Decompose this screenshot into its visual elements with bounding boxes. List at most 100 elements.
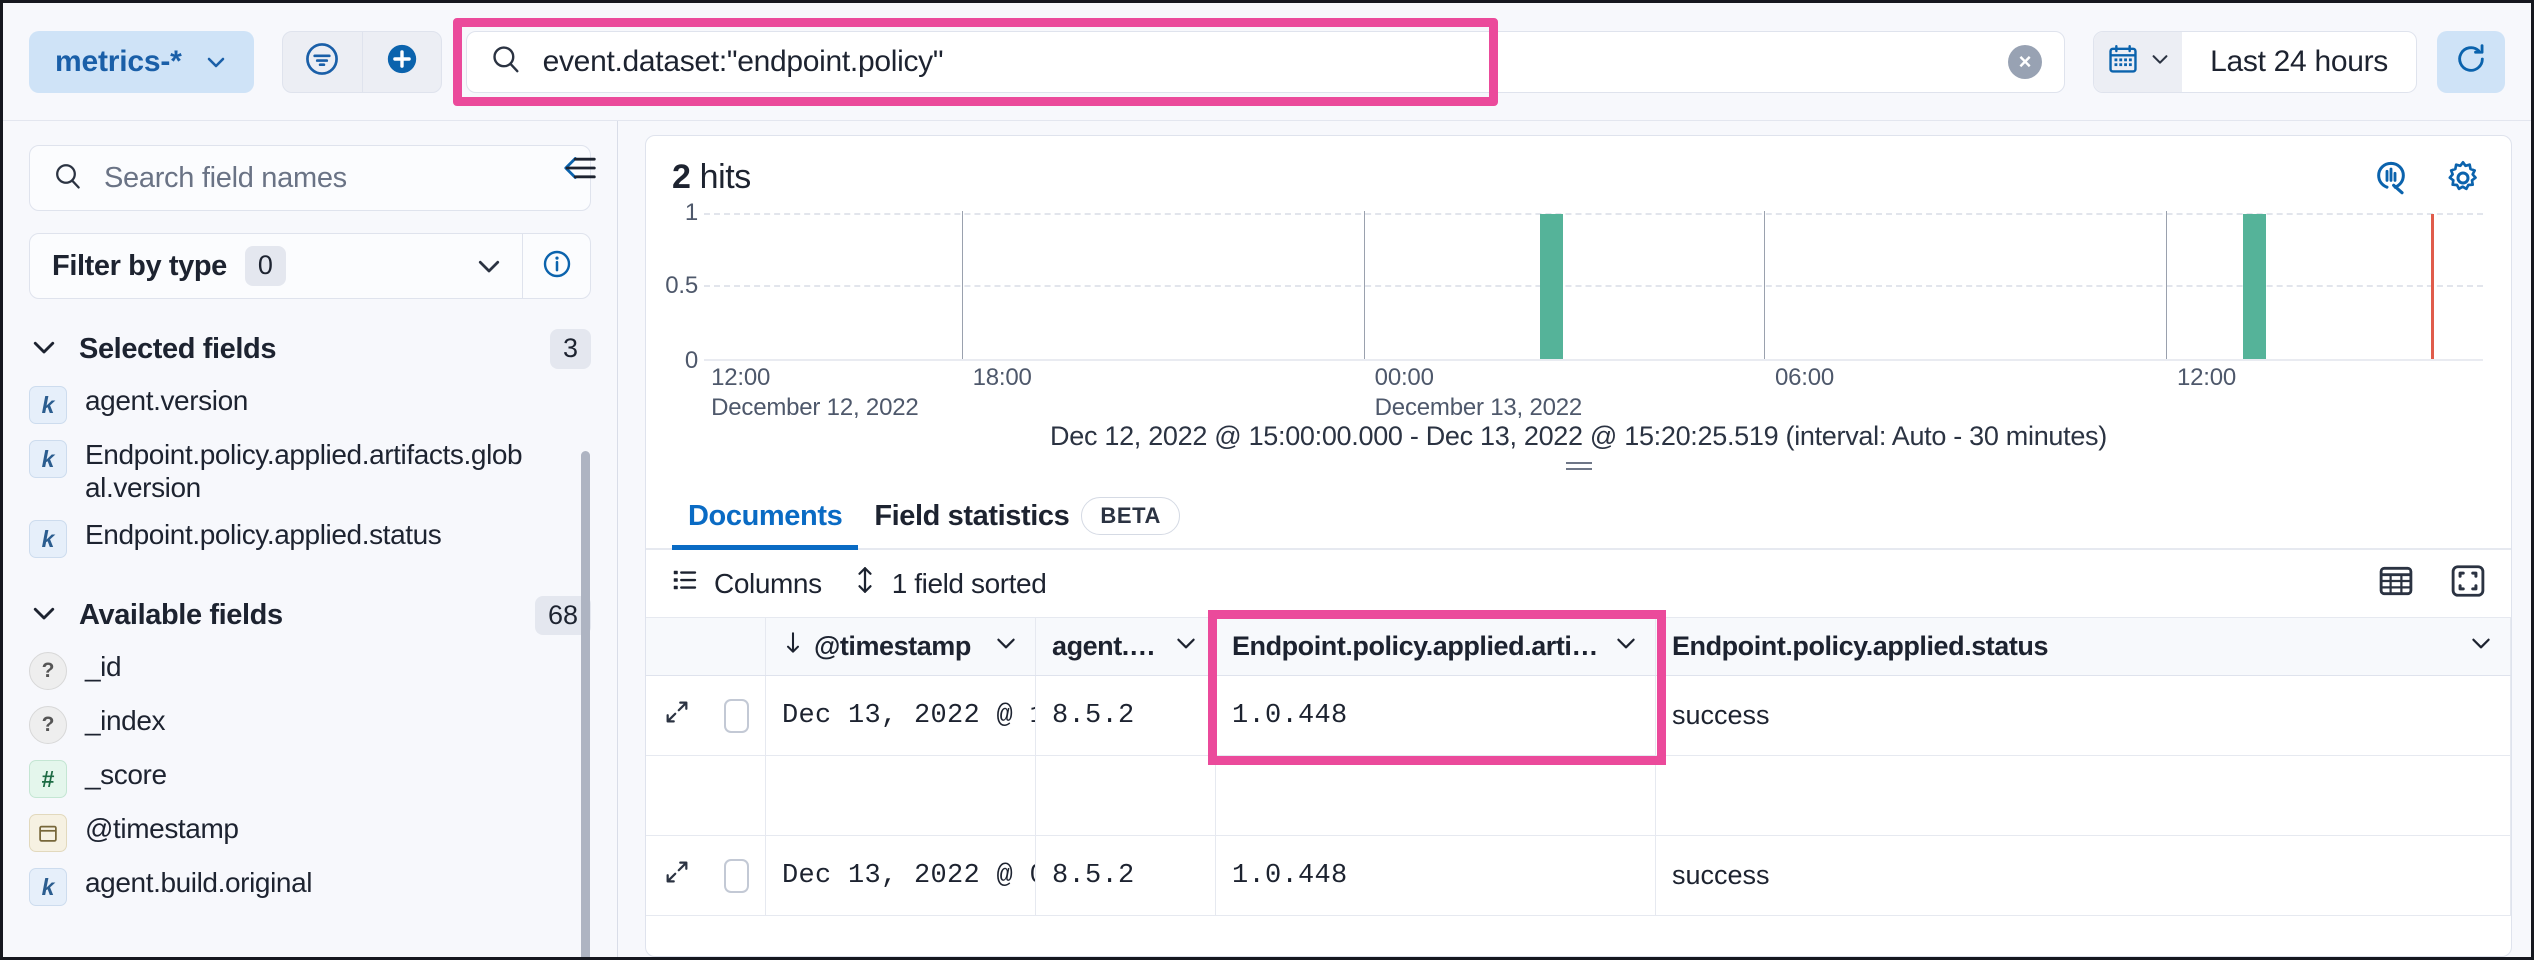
lens-icon[interactable] bbox=[2371, 158, 2411, 203]
column-header-label: Endpoint.policy.applied.artifacts.global… bbox=[1232, 631, 1603, 662]
column-header-artifacts-global-version[interactable]: Endpoint.policy.applied.artifacts.global… bbox=[1216, 618, 1656, 675]
search-icon bbox=[489, 42, 523, 81]
gridline bbox=[704, 285, 2483, 287]
sidebar-field-applied-status[interactable]: k Endpoint.policy.applied.status bbox=[3, 511, 617, 565]
field-type-unknown-icon: ? bbox=[29, 706, 67, 744]
chevron-down-icon bbox=[29, 598, 59, 633]
sidebar-field-agent-version[interactable]: k agent.version bbox=[3, 377, 617, 431]
sidebar-scrollbar[interactable] bbox=[581, 451, 590, 957]
tab-label: Field statistics bbox=[874, 500, 1069, 533]
list-icon bbox=[670, 565, 700, 602]
spacer-art bbox=[1216, 756, 1656, 835]
grid-toolbar: Columns 1 field sorted bbox=[646, 550, 2511, 618]
fields-info-button[interactable] bbox=[522, 234, 590, 298]
query-input[interactable]: event.dataset:"endpoint.policy" × bbox=[466, 31, 2066, 93]
x-tick-label: 00:00 December 13, 2022 bbox=[1375, 363, 1582, 423]
column-header-applied-status[interactable]: Endpoint.policy.applied.status bbox=[1656, 618, 2511, 675]
field-type-number-icon: # bbox=[29, 760, 67, 798]
table-density-icon[interactable] bbox=[2377, 562, 2415, 605]
sort-fields-button[interactable]: 1 field sorted bbox=[852, 565, 1047, 602]
chevron-down-icon[interactable] bbox=[993, 630, 1019, 663]
columns-label: Columns bbox=[714, 568, 822, 600]
date-range-label[interactable]: Last 24 hours bbox=[2182, 32, 2416, 92]
section-count: 3 bbox=[550, 329, 591, 368]
row-select-checkbox[interactable] bbox=[708, 676, 766, 755]
expand-row-button[interactable] bbox=[646, 676, 708, 755]
fullscreen-icon[interactable] bbox=[2449, 562, 2487, 605]
table-row[interactable]: Dec 13, 2022 @ 12:32:06.436 8.5.2 1.0.44… bbox=[646, 676, 2511, 756]
cell-timestamp: Dec 13, 2022 @ 12:32:06.436 bbox=[766, 676, 1036, 755]
chevron-down-icon[interactable] bbox=[1613, 630, 1639, 663]
sort-label: 1 field sorted bbox=[892, 568, 1047, 600]
spacer-select bbox=[708, 756, 766, 835]
collapse-sidebar-icon[interactable] bbox=[559, 153, 597, 188]
endzone-marker bbox=[2431, 214, 2434, 359]
table-row[interactable]: Dec 13, 2022 @ 02:32:02.857 8.5.2 1.0.44… bbox=[646, 836, 2511, 916]
histogram-bar[interactable] bbox=[2243, 214, 2266, 359]
checkbox[interactable] bbox=[724, 859, 749, 893]
tab-label: Documents bbox=[688, 500, 842, 533]
refresh-icon bbox=[2454, 42, 2488, 81]
cell-applied-status: success bbox=[1656, 836, 2511, 915]
clock-icon bbox=[981, 631, 983, 662]
expand-row-icon bbox=[663, 858, 691, 893]
date-quick-menu-button[interactable] bbox=[2094, 32, 2182, 92]
expand-row-icon bbox=[663, 698, 691, 733]
section-selected-fields[interactable]: Selected fields 3 bbox=[3, 321, 617, 377]
column-header-agent-version[interactable]: agent.version bbox=[1036, 618, 1216, 675]
section-title: Available fields bbox=[79, 599, 515, 632]
data-view-label: metrics-* bbox=[55, 45, 182, 79]
filter-by-type-control: Filter by type 0 bbox=[29, 233, 591, 299]
sidebar-field-timestamp[interactable]: @timestamp bbox=[3, 805, 617, 859]
chevron-down-icon[interactable] bbox=[2468, 630, 2494, 663]
filter-by-type-button[interactable]: Filter by type 0 bbox=[30, 234, 456, 298]
sidebar-field-score[interactable]: # _score bbox=[3, 751, 617, 805]
sidebar-field-agent-build-original[interactable]: k agent.build.original bbox=[3, 859, 617, 913]
histogram-bar[interactable] bbox=[1540, 214, 1563, 359]
column-header-timestamp[interactable]: @timestamp bbox=[766, 618, 1036, 675]
column-header-label: Endpoint.policy.applied.status bbox=[1672, 631, 2048, 662]
field-name: _score bbox=[85, 758, 167, 791]
x-tick-label: 06:00 bbox=[1775, 363, 1834, 393]
field-type-string-icon: k bbox=[29, 520, 67, 558]
sidebar-field-artifacts-global-version[interactable]: k Endpoint.policy.applied.artifacts.glob… bbox=[3, 431, 617, 511]
add-filter-button[interactable] bbox=[362, 32, 441, 92]
chart-plot-area bbox=[704, 211, 2483, 361]
main-content: 2 hits bbox=[619, 121, 2531, 957]
checkbox[interactable] bbox=[724, 699, 749, 733]
tab-documents[interactable]: Documents bbox=[672, 484, 858, 548]
beta-badge: BETA bbox=[1081, 497, 1180, 535]
section-title: Selected fields bbox=[79, 333, 530, 366]
gear-icon[interactable] bbox=[2443, 158, 2483, 203]
field-search-input[interactable]: Search field names bbox=[29, 145, 591, 211]
sidebar-field-id[interactable]: ? _id bbox=[3, 643, 617, 697]
refresh-button[interactable] bbox=[2437, 31, 2505, 93]
field-name: _id bbox=[85, 650, 121, 683]
filter-icon bbox=[303, 40, 341, 83]
filter-by-type-chevron[interactable] bbox=[456, 234, 522, 298]
column-header-label: agent.version bbox=[1052, 631, 1163, 662]
expand-row-button[interactable] bbox=[646, 836, 708, 915]
cell-agent-version: 8.5.2 bbox=[1036, 836, 1216, 915]
sidebar-field-index[interactable]: ? _index bbox=[3, 697, 617, 751]
data-view-picker[interactable]: metrics-* bbox=[29, 31, 254, 93]
panel-resize-handle[interactable] bbox=[1566, 462, 1592, 472]
columns-button[interactable]: Columns bbox=[670, 565, 822, 602]
row-select-checkbox[interactable] bbox=[708, 836, 766, 915]
chart-y-axis: 1 0.5 0 bbox=[646, 211, 698, 361]
x-tick-label: 18:00 bbox=[973, 363, 1032, 393]
chevron-down-icon[interactable] bbox=[1173, 630, 1199, 663]
date-range-picker: Last 24 hours bbox=[2093, 31, 2417, 93]
cell-artifacts-version: 1.0.448 bbox=[1216, 836, 1656, 915]
tab-field-statistics[interactable]: Field statistics BETA bbox=[858, 484, 1196, 548]
hits-histogram[interactable]: 1 0.5 0 12:00 bbox=[646, 211, 2511, 361]
grid-toolbar-right bbox=[2377, 550, 2487, 617]
grid-header-select bbox=[708, 618, 766, 675]
section-available-fields[interactable]: Available fields 68 bbox=[3, 587, 617, 643]
cell-agent-version: 8.5.2 bbox=[1036, 676, 1216, 755]
filter-options-button[interactable] bbox=[283, 32, 362, 92]
spacer-control bbox=[646, 756, 708, 835]
clear-query-button[interactable]: × bbox=[2008, 45, 2042, 79]
field-type-string-icon: k bbox=[29, 440, 67, 478]
top-query-bar: metrics-* bbox=[3, 3, 2531, 121]
